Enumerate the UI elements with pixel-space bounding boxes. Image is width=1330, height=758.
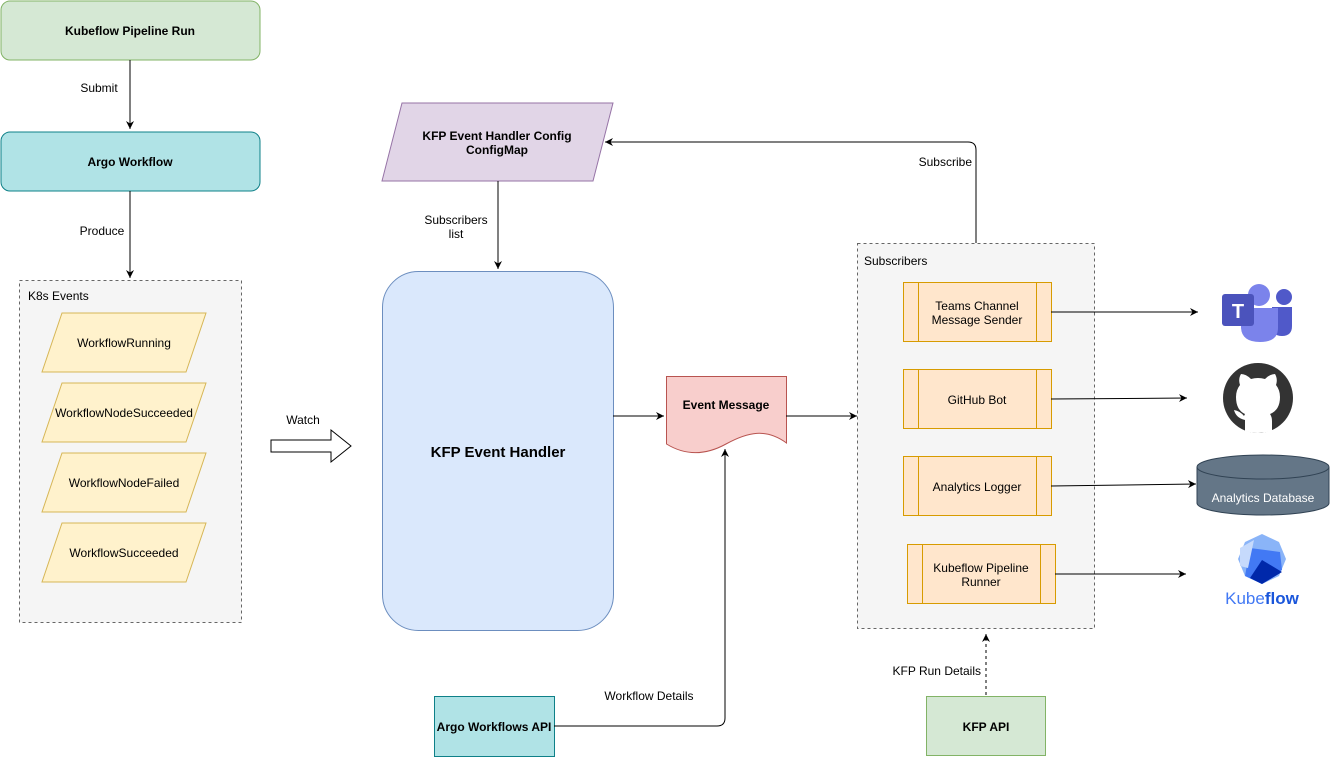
subscriber-github-bot[interactable]: GitHub Bot (903, 369, 1052, 429)
node-label: Kubeflow Pipeline Run (65, 24, 195, 38)
group-label: K8s Events (28, 289, 89, 303)
subscriber-label-line1: Kubeflow Pipeline (933, 561, 1029, 575)
event-label: WorkflowNodeFailed (69, 476, 180, 490)
event-workflow-succeeded[interactable]: WorkflowSucceeded (41, 522, 207, 583)
event-workflow-node-failed[interactable]: WorkflowNodeFailed (41, 452, 207, 513)
subscriber-label-line1: Teams Channel (935, 299, 1018, 313)
event-label: WorkflowNodeSucceeded (55, 406, 193, 420)
edge-watch: Watch (270, 413, 352, 464)
edge-label: Workflow Details (604, 689, 693, 703)
subscriber-label: GitHub Bot (948, 393, 1007, 407)
edge-label: Produce (80, 224, 125, 238)
teams-letter: T (1232, 301, 1244, 323)
edge-submit: Submit (80, 60, 134, 129)
subscriber-analytics-logger[interactable]: Analytics Logger (903, 456, 1052, 516)
edge-kfp-run-details: KFP Run Details (893, 634, 990, 695)
subscriber-label-line2: Runner (961, 575, 1000, 589)
node-label-line1: KFP Event Handler Config (422, 129, 571, 143)
subscriber-label-line2: Message Sender (932, 313, 1023, 327)
edge-produce: Produce (80, 191, 134, 278)
node-kfp-api[interactable]: KFP API (926, 696, 1046, 756)
group-label: Subscribers (864, 254, 927, 268)
edge-subscribe: Subscribe (605, 138, 977, 243)
node-label: KFP API (963, 720, 1010, 734)
edge-label: Subscribe (919, 155, 973, 169)
edge-label-line2: list (449, 227, 464, 241)
edge-subscribers-list: Subscribers list (424, 181, 502, 269)
node-event-message[interactable]: Event Message (666, 376, 787, 454)
subscriber-label: Analytics Logger (933, 480, 1022, 494)
node-kubeflow-pipeline-run[interactable]: Kubeflow Pipeline Run (0, 0, 261, 61)
database-icon[interactable]: Analytics Database (1196, 454, 1330, 516)
edge-label: Watch (286, 413, 320, 427)
kubeflow-wordmark: Kubeflow (1225, 589, 1299, 608)
node-config-map[interactable]: KFP Event Handler Config ConfigMap (381, 102, 614, 182)
edge-label: KFP Run Details (893, 664, 981, 678)
microsoft-teams-icon: T (1222, 284, 1292, 342)
architecture-diagram: Kubeflow Pipeline Run Submit Argo Workfl… (0, 0, 1330, 757)
node-argo-workflows-api[interactable]: Argo Workflows API (434, 696, 555, 757)
event-workflow-node-succeeded[interactable]: WorkflowNodeSucceeded (41, 382, 207, 443)
database-label: Analytics Database (1212, 491, 1315, 505)
event-label: WorkflowRunning (77, 336, 171, 350)
subscriber-teams-channel-message-sender[interactable]: Teams Channel Message Sender (903, 282, 1052, 342)
node-label: Argo Workflow (87, 155, 173, 169)
event-workflow-running[interactable]: WorkflowRunning (41, 312, 207, 373)
edge-label: Submit (80, 81, 118, 95)
node-kfp-event-handler[interactable]: KFP Event Handler (382, 271, 614, 631)
node-label: KFP Event Handler (431, 444, 566, 461)
github-icon (1223, 363, 1293, 433)
node-argo-workflow[interactable]: Argo Workflow (0, 131, 261, 192)
edge-label-line1: Subscribers (424, 213, 487, 227)
node-label: Argo Workflows API (437, 720, 552, 734)
node-label: Event Message (683, 398, 770, 412)
node-label-line2: ConfigMap (466, 143, 528, 157)
event-label: WorkflowSucceeded (69, 546, 178, 560)
subscriber-kubeflow-pipeline-runner[interactable]: Kubeflow Pipeline Runner (907, 544, 1056, 604)
kubeflow-icon: Kubeflow (1225, 534, 1300, 608)
